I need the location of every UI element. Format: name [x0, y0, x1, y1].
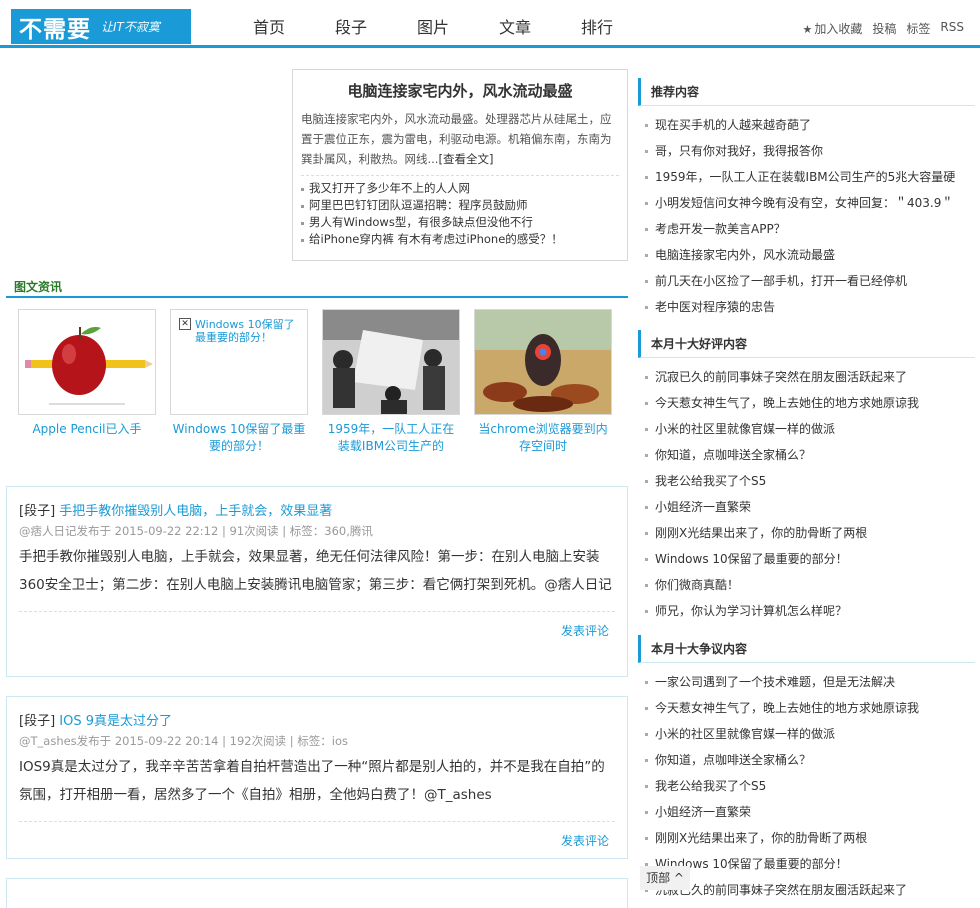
picture-caption[interactable]: Windows 10保留了最重要的部分！ — [170, 421, 308, 455]
post-body: 手把手教你摧毁别人电脑，上手就会，效果显著，绝无任何法律风险！第一步：在别人电脑… — [19, 549, 612, 593]
featured-link[interactable]: 阿里巴巴钉钉团队逗逼招聘：程序员鼓励师 — [301, 197, 619, 214]
featured-links: 我又打开了多少年不上的人人网 阿里巴巴钉钉团队逗逼招聘：程序员鼓励师 男人有Wi… — [301, 175, 619, 248]
nav-item-home[interactable]: 首页 — [228, 10, 310, 46]
sidebar-item[interactable]: 小明发短信问女神今晚有没有空，女神回复：＂403.9＂ — [638, 190, 975, 216]
featured-title[interactable]: 电脑连接家宅内外，风水流动最盛 — [301, 80, 619, 101]
submit-link[interactable]: 投稿 — [872, 20, 896, 37]
sidebar-item[interactable]: 小米的社区里就像官媒一样的做派 — [638, 416, 975, 442]
post-card — [6, 878, 628, 908]
sidebar-section-title: 推荐内容 — [651, 85, 700, 99]
sidebar-section-header: 本月十大争议内容 — [638, 635, 975, 663]
featured-link[interactable]: 给iPhone穿内裤 有木有考虑过iPhone的感受？！ — [301, 231, 619, 248]
apple-pencil-image[interactable] — [18, 309, 156, 415]
featured-summary: 电脑连接家宅内外，风水流动最盛。处理器芯片从硅尾土，应置于震位正东，震为雷电，利… — [301, 109, 619, 169]
sidebar-item[interactable]: Windows 10保留了最重要的部分！ — [638, 546, 975, 572]
sidebar-list: 现在买手机的人越来越奇葩了 哥，只有你对我好，我得报答你 1959年，一队工人正… — [638, 112, 975, 320]
sidebar-item[interactable]: 现在买手机的人越来越奇葩了 — [638, 112, 975, 138]
read-more-link[interactable]: [查看全文] — [438, 152, 493, 166]
picture-card[interactable]: ✕ Windows 10保留了最重要的部分！ Windows 10保留了最重要的… — [170, 309, 308, 455]
sidebar-item[interactable]: 一家公司遇到了一个技术难题，但是无法解决 — [638, 669, 975, 695]
post-body: IOS9真是太过分了，我辛辛苦苦拿着自拍杆营造出了一种“照片都是别人拍的，并不是… — [19, 759, 605, 803]
featured-article: 电脑连接家宅内外，风水流动最盛 电脑连接家宅内外，风水流动最盛。处理器芯片从硅尾… — [292, 69, 628, 261]
sidebar-section-header: 本月十大好评内容 — [638, 330, 975, 358]
sidebar-recommended: 推荐内容 现在买手机的人越来越奇葩了 哥，只有你对我好，我得报答你 1959年，… — [638, 78, 975, 320]
sidebar-item[interactable]: 考虑开发一款美言APP？ — [638, 216, 975, 242]
sidebar-controversial: 本月十大争议内容 一家公司遇到了一个技术难题，但是无法解决 今天惹女神生气了，晚… — [638, 635, 975, 903]
sidebar-list: 沉寂已久的前同事妹子突然在朋友圈活跃起来了 今天惹女神生气了，晚上去她住的地方求… — [638, 364, 975, 624]
rss-link[interactable]: RSS — [940, 20, 964, 37]
post-category-link[interactable]: [段子] — [19, 504, 55, 519]
comment-link[interactable]: 发表评论 — [561, 624, 609, 638]
sidebar-item[interactable]: 师兄，你认为学习计算机怎么样呢？ — [638, 598, 975, 624]
sidebar-item[interactable]: 刚刚X光结果出来了，你的肋骨断了两根 — [638, 825, 975, 851]
nav-item-articles[interactable]: 文章 — [474, 10, 556, 46]
post-footer: 发表评论 — [19, 821, 615, 849]
picture-caption[interactable]: Apple Pencil已入手 — [18, 421, 156, 438]
post-title: [段子] 手把手教你摧毁别人电脑，上手就会，效果显著 — [19, 500, 615, 519]
nav-item-jokes[interactable]: 段子 — [310, 10, 392, 46]
picture-card[interactable]: 当chrome浏览器要到内存空间时 — [474, 309, 612, 455]
sidebar-item[interactable]: 你知道，点咖啡送全家桶么？ — [638, 442, 975, 468]
image-alt-text: Windows 10保留了最重要的部分！ — [195, 318, 295, 344]
post-footer: 发表评论 — [19, 611, 615, 639]
nav-item-ranking[interactable]: 排行 — [556, 10, 638, 46]
sidebar-item[interactable]: 你知道，点咖啡送全家桶么？ — [638, 747, 975, 773]
sidebar-item[interactable]: 我老公给我买了个S5 — [638, 468, 975, 494]
post-card: [段子] 手把手教你摧毁别人电脑，上手就会，效果显著 @痞人日记发布于 2015… — [6, 486, 628, 677]
picture-caption[interactable]: 1959年，一队工人正在装载IBM公司生产的 — [322, 421, 460, 455]
broken-image-icon[interactable]: ✕ Windows 10保留了最重要的部分！ — [170, 309, 308, 415]
comment-link[interactable]: 发表评论 — [561, 834, 609, 848]
sidebar-item[interactable]: 今天惹女神生气了，晚上去她住的地方求她原谅我 — [638, 390, 975, 416]
sidebar-item[interactable]: 电脑连接家宅内外，风水流动最盛 — [638, 242, 975, 268]
sidebar-item[interactable]: 今天惹女神生气了，晚上去她住的地方求她原谅我 — [638, 695, 975, 721]
sidebar-section-title: 本月十大争议内容 — [651, 642, 748, 656]
nav-item-images[interactable]: 图片 — [392, 10, 474, 46]
sidebar-item[interactable]: 我老公给我买了个S5 — [638, 773, 975, 799]
sidebar-item[interactable]: 前几天在小区捡了一部手机，打开一看已经停机 — [638, 268, 975, 294]
chrome-image[interactable] — [474, 309, 612, 415]
picture-news-list: Apple Pencil已入手 ✕ Windows 10保留了最重要的部分！ W… — [18, 309, 612, 455]
featured-link[interactable]: 我又打开了多少年不上的人人网 — [301, 180, 619, 197]
featured-link[interactable]: 男人有Windows型，有很多缺点但没他不行 — [301, 214, 619, 231]
sidebar-item[interactable]: 小米的社区里就像官媒一样的做派 — [638, 721, 975, 747]
post-meta: @痞人日记发布于 2015-09-22 22:12 | 91次阅读 | 标签：3… — [19, 524, 373, 538]
post-title: [段子] IOS 9真是太过分了 — [19, 710, 615, 729]
main-nav: 首页 段子 图片 文章 排行 — [228, 10, 638, 46]
site-logo[interactable]: 不需要 让IT不寂寞 — [11, 9, 191, 44]
section-title: 图文资讯 — [14, 280, 63, 294]
sidebar-section-title: 本月十大好评内容 — [651, 337, 748, 351]
sidebar-section-header: 推荐内容 — [638, 78, 975, 106]
post-category-link[interactable]: [段子] — [19, 714, 55, 729]
sidebar-item[interactable]: 老中医对程序猿的忠告 — [638, 294, 975, 320]
post-card: [段子] IOS 9真是太过分了 @T_ashes发布于 2015-09-22 … — [6, 696, 628, 859]
add-favorite-label: 加入收藏 — [814, 22, 863, 36]
sidebar-item[interactable]: 沉寂已久的前同事妹子突然在朋友圈活跃起来了 — [638, 364, 975, 390]
sidebar-item[interactable]: 刚刚X光结果出来了，你的肋骨断了两根 — [638, 520, 975, 546]
picture-news-header: 图文资讯 — [6, 276, 628, 298]
post-title-link[interactable]: IOS 9真是太过分了 — [59, 714, 172, 729]
picture-card[interactable]: Apple Pencil已入手 — [18, 309, 156, 455]
sidebar-item[interactable]: 哥，只有你对我好，我得报答你 — [638, 138, 975, 164]
logo-slogan: 让IT不寂寞 — [101, 20, 160, 34]
logo-text: 不需要 — [19, 16, 91, 43]
post-meta: @T_ashes发布于 2015-09-22 20:14 | 192次阅读 | … — [19, 734, 348, 748]
tags-link[interactable]: 标签 — [906, 20, 930, 37]
picture-caption[interactable]: 当chrome浏览器要到内存空间时 — [474, 421, 612, 455]
sidebar-item[interactable]: 小姐经济一直繁荣 — [638, 494, 975, 520]
sidebar-item[interactable]: 小姐经济一直繁荣 — [638, 799, 975, 825]
star-icon: ★ — [802, 23, 813, 36]
post-title-link[interactable]: 手把手教你摧毁别人电脑，上手就会，效果显著 — [59, 504, 332, 519]
add-favorite-link[interactable]: ★ 加入收藏 — [803, 20, 863, 37]
picture-card[interactable]: 1959年，一队工人正在装载IBM公司生产的 — [322, 309, 460, 455]
site-header: 不需要 让IT不寂寞 首页 段子 图片 文章 排行 ★ 加入收藏 投稿 标签 RS… — [0, 0, 980, 48]
back-to-top-button[interactable]: 顶部 ^ — [640, 866, 690, 890]
sidebar-item[interactable]: 你们微商真酷！ — [638, 572, 975, 598]
top-links: ★ 加入收藏 投稿 标签 RSS — [803, 20, 965, 37]
ibm-photo[interactable] — [322, 309, 460, 415]
sidebar-item[interactable]: 1959年，一队工人正在装载IBM公司生产的5兆大容量硬 — [638, 164, 975, 190]
sidebar-top-rated: 本月十大好评内容 沉寂已久的前同事妹子突然在朋友圈活跃起来了 今天惹女神生气了，… — [638, 330, 975, 624]
